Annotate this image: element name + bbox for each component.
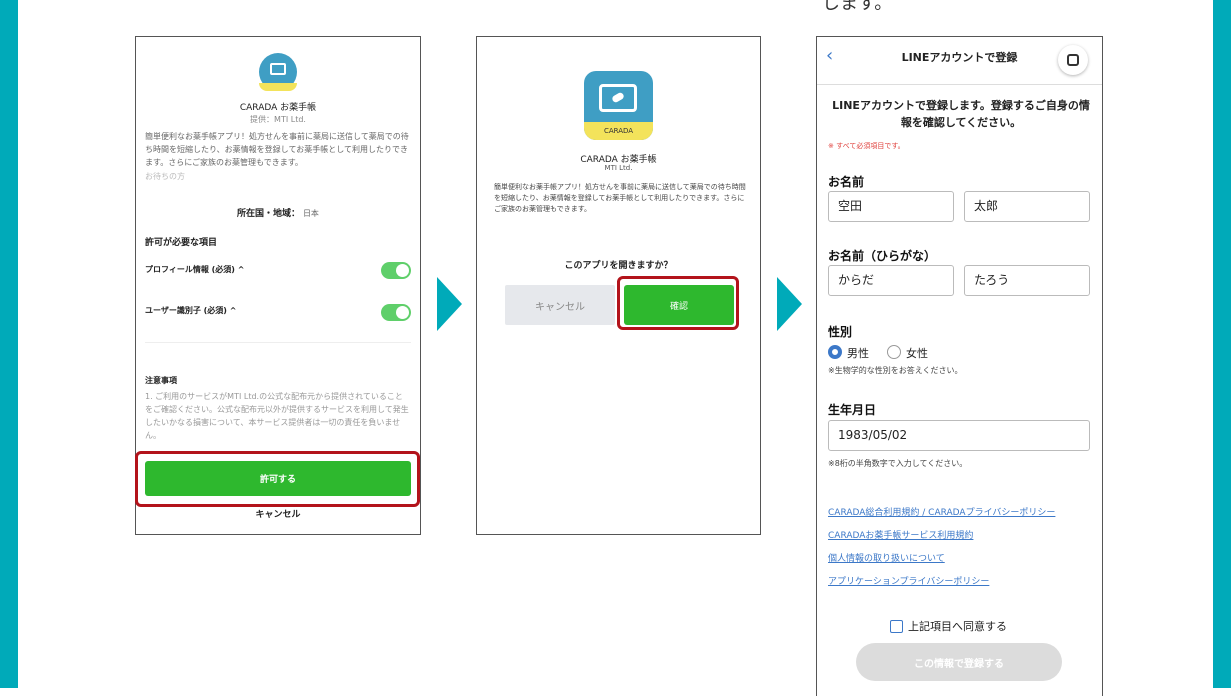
notes-text: 1. ご利用のサービスがMTI Ltd.の公式な配布元から提供されていることをご… xyxy=(145,392,409,440)
link-terms[interactable]: CARADA総合利用規約 / CARADAプライバシーポリシー xyxy=(828,505,1055,518)
first-name-field[interactable]: 太郎 xyxy=(964,191,1090,222)
kana-label: お名前（ひらがな） xyxy=(828,249,937,263)
notes-title: 注意事項 xyxy=(145,376,177,385)
male-label[interactable]: 男性 xyxy=(847,345,869,361)
required-note: ※ すべて必須項目です。 xyxy=(828,142,905,150)
male-radio[interactable] xyxy=(828,345,842,359)
provider: 提供：MTI Ltd. xyxy=(250,115,306,124)
birth-label: 生年月日 xyxy=(828,403,877,417)
birth-note: ※8桁の半角数字で入力してください。 xyxy=(828,459,968,468)
highlight-confirm xyxy=(617,276,739,330)
open-question: このアプリを開きますか？ xyxy=(564,261,673,271)
icon-label: CARADA xyxy=(584,122,653,140)
submit-button[interactable]: この情報で登録する xyxy=(856,643,1062,681)
screen-line-register: ‹ LINEアカウントで登録 LINEアカウントで登録します。登録するご自身の情… xyxy=(816,36,1103,696)
right-accent-bar xyxy=(1213,0,1231,688)
region-value: 日本 xyxy=(302,209,319,218)
app-icon-large: CARADA xyxy=(584,71,653,140)
female-label[interactable]: 女性 xyxy=(906,345,928,361)
app-name: CARADA お薬手帳 xyxy=(239,103,317,113)
perm-profile-toggle[interactable] xyxy=(381,262,411,279)
birth-field[interactable]: 1983/05/02 xyxy=(828,420,1090,451)
cancel-link[interactable]: キャンセル xyxy=(136,507,420,520)
arrow-right-icon xyxy=(777,277,802,331)
app-description: 簡単便利なお薬手帳アプリ！処方せんを事前に薬局に送信して薬局での待ち時間を短縮し… xyxy=(145,132,409,167)
region-row: 所在国・地域： 日本 xyxy=(136,206,420,219)
provider: MTI Ltd. xyxy=(604,164,633,172)
intro-text: LINEアカウントで登録します。登録するご自身の情報を確認してください。 xyxy=(832,99,1090,129)
gender-note: ※生物学的な性別をお答えください。 xyxy=(828,366,963,375)
link-privacy-handling[interactable]: 個人情報の取り扱いについて xyxy=(828,551,945,564)
faded-text: お待ちの方 xyxy=(145,172,185,181)
left-accent-bar xyxy=(0,0,18,688)
female-radio[interactable] xyxy=(887,345,901,359)
region-label: 所在国・地域： xyxy=(237,209,301,219)
app-icon xyxy=(259,53,297,91)
last-name-field[interactable]: 空田 xyxy=(828,191,954,222)
top-caption-fragment: します。 xyxy=(822,0,893,14)
perm-profile[interactable]: プロフィール情報 (必須) ^ xyxy=(145,264,244,275)
scan-icon[interactable] xyxy=(1058,45,1088,75)
last-kana-field[interactable]: からだ xyxy=(828,265,954,296)
link-app-privacy[interactable]: アプリケーションプライバシーポリシー xyxy=(828,574,989,587)
first-kana-field[interactable]: たろう xyxy=(964,265,1090,296)
link-service-terms[interactable]: CARADAお薬手帳サービス利用規約 xyxy=(828,528,973,541)
gender-label: 性別 xyxy=(828,325,853,339)
cancel-button[interactable]: キャンセル xyxy=(505,285,615,325)
app-description: 簡単便利なお薬手帳アプリ！処方せんを事前に薬局に送信して薬局での待ち時間を短縮し… xyxy=(494,183,746,213)
header-divider xyxy=(817,84,1102,85)
perm-userid[interactable]: ユーザー識別子 (必須) ^ xyxy=(145,305,236,316)
perm-userid-toggle[interactable] xyxy=(381,304,411,321)
divider xyxy=(145,342,411,343)
agree-checkbox[interactable] xyxy=(890,620,903,633)
arrow-right-icon xyxy=(437,277,462,331)
agree-label[interactable]: 上記項目へ同意する xyxy=(908,618,1007,634)
permissions-title: 許可が必要な項目 xyxy=(145,238,218,248)
name-label: お名前 xyxy=(828,175,865,189)
highlight-allow xyxy=(135,451,420,507)
